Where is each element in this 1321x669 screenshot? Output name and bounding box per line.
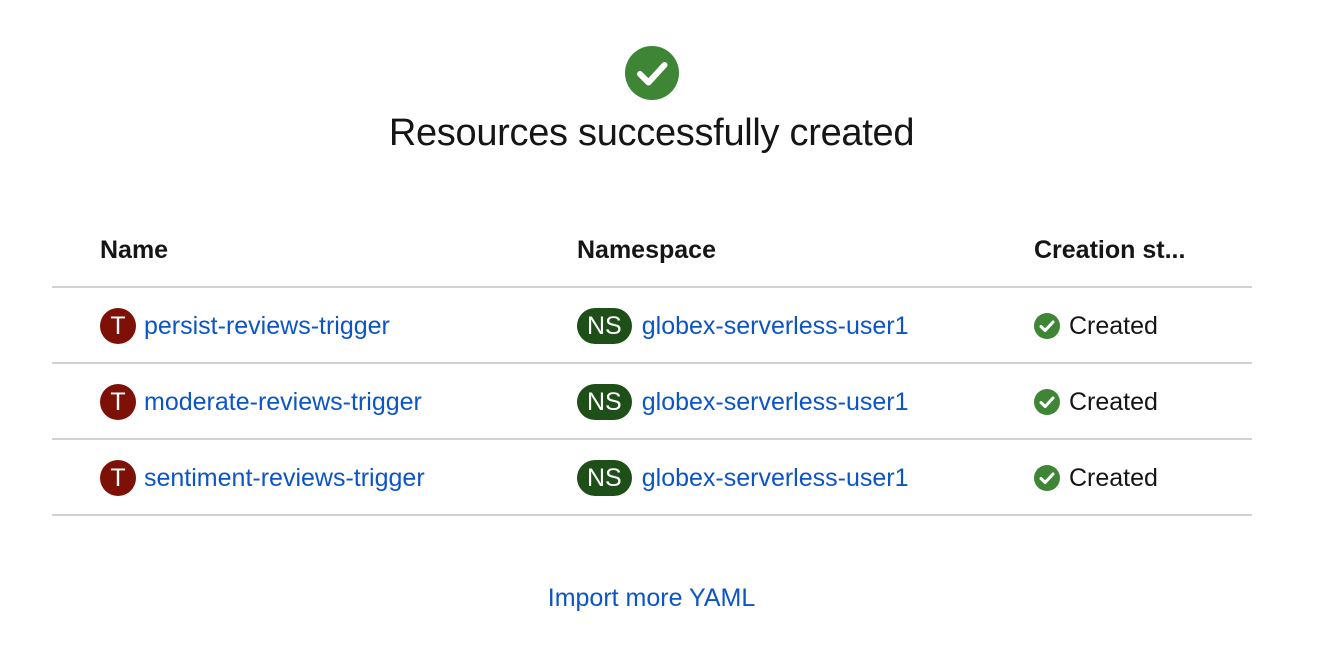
namespace-link[interactable]: globex-serverless-user1 (642, 388, 909, 417)
status-text: Created (1069, 387, 1158, 416)
status-cell: Created (1034, 288, 1158, 364)
name-cell: T persist-reviews-trigger (100, 288, 390, 364)
check-circle-icon (1034, 465, 1060, 491)
namespace-link[interactable]: globex-serverless-user1 (642, 464, 909, 493)
namespace-cell: NS globex-serverless-user1 (577, 288, 909, 364)
trigger-badge: T (100, 308, 136, 344)
page-title: Resources successfully created (388, 112, 915, 154)
import-more-yaml-link[interactable]: Import more YAML (0, 584, 1303, 613)
namespace-badge: NS (577, 308, 632, 344)
column-header-creation-status[interactable]: Creation st... (1034, 236, 1204, 265)
import-yaml-results: Resources successfully created Name Name… (0, 0, 1321, 669)
resource-name-link[interactable]: sentiment-reviews-trigger (144, 464, 425, 493)
name-cell: T moderate-reviews-trigger (100, 364, 422, 440)
namespace-badge: NS (577, 460, 632, 496)
status-text: Created (1069, 463, 1158, 492)
check-circle-icon (1034, 313, 1060, 339)
check-circle-icon (1034, 389, 1060, 415)
resources-table: Name Namespace Creation st... T persist-… (52, 224, 1252, 516)
resource-name-link[interactable]: persist-reviews-trigger (144, 312, 390, 341)
status-cell: Created (1034, 364, 1158, 440)
name-cell: T sentiment-reviews-trigger (100, 440, 425, 516)
table-row: T persist-reviews-trigger NS globex-serv… (52, 288, 1252, 364)
column-header-name[interactable]: Name (100, 236, 168, 265)
column-header-namespace[interactable]: Namespace (577, 236, 716, 265)
check-circle-icon (625, 46, 679, 100)
namespace-cell: NS globex-serverless-user1 (577, 440, 909, 516)
trigger-badge: T (100, 384, 136, 420)
status-cell: Created (1034, 440, 1158, 516)
table-header: Name Namespace Creation st... (52, 224, 1252, 288)
namespace-link[interactable]: globex-serverless-user1 (642, 312, 909, 341)
table-row: T moderate-reviews-trigger NS globex-ser… (52, 364, 1252, 440)
trigger-badge: T (100, 460, 136, 496)
table-row: T sentiment-reviews-trigger NS globex-se… (52, 440, 1252, 516)
namespace-badge: NS (577, 384, 632, 420)
resource-name-link[interactable]: moderate-reviews-trigger (144, 388, 422, 417)
namespace-cell: NS globex-serverless-user1 (577, 364, 909, 440)
status-text: Created (1069, 311, 1158, 340)
